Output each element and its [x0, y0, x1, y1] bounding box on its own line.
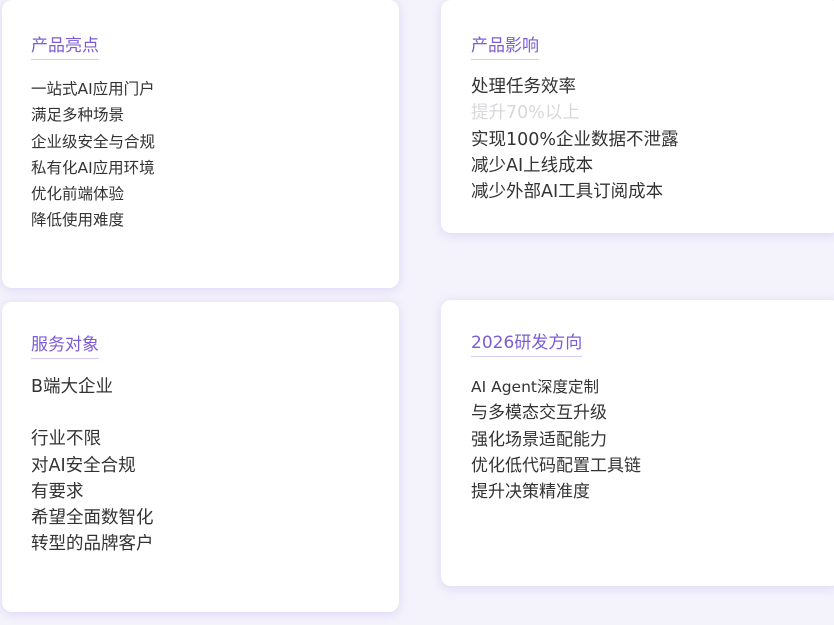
list-item: 私有化AI应用环境: [31, 158, 155, 177]
list-item: 处理任务效率: [471, 77, 576, 97]
list-item: 优化低代码配置工具链: [471, 455, 641, 476]
list-item: 实现100%企业数据不泄露: [471, 129, 679, 150]
audience-list: B端大企业 行业不限 对AI安全合规 有要求 希望全面数智化 转型的品牌客户: [31, 374, 154, 557]
list-item: 与多模态交互升级: [471, 403, 607, 424]
list-item: 降低使用难度: [31, 211, 125, 230]
impact-list: 处理任务效率 提升70%以上 实现100%企业数据不泄露 减少AI上线成本 减少…: [471, 74, 679, 205]
list-item: AI Agent深度定制: [471, 378, 599, 396]
target-audience-card: 服务对象 B端大企业 行业不限 对AI安全合规 有要求 希望全面数智化 转型的品…: [2, 302, 399, 612]
list-item: 有要求: [31, 481, 84, 502]
list-item: 一站式AI应用门户: [31, 80, 155, 98]
list-item: 满足多种场景: [31, 106, 125, 125]
roadmap-2026-card: 2026研发方向 AI Agent深度定制 与多模态交互升级 强化场景适配能力 …: [441, 300, 834, 586]
product-impact-card: 产品影响 处理任务效率 提升70%以上 实现100%企业数据不泄露 减少AI上线…: [441, 0, 834, 233]
card-title: 产品亮点: [31, 35, 99, 60]
card-title: 2026研发方向: [471, 332, 583, 357]
list-item: 希望全面数智化: [31, 508, 154, 528]
list-item: 企业级安全与合规: [31, 132, 156, 151]
list-item: 减少AI上线成本: [471, 155, 594, 176]
list-item: 减少外部AI工具订阅成本: [471, 182, 664, 203]
list-item: 转型的品牌客户: [31, 534, 154, 555]
card-title: 产品影响: [471, 35, 539, 60]
list-item: 强化场景适配能力: [471, 429, 607, 450]
roadmap-list: AI Agent深度定制 与多模态交互升级 强化场景适配能力 优化低代码配置工具…: [471, 374, 641, 505]
list-item: 对AI安全合规: [31, 455, 136, 476]
list-item: 提升决策精准度: [471, 482, 590, 503]
card-title: 服务对象: [31, 334, 99, 359]
list-item: 提升70%以上: [471, 103, 580, 124]
list-item: 行业不限: [31, 429, 101, 450]
product-highlights-card: 产品亮点 一站式AI应用门户 满足多种场景 企业级安全与合规 私有化AI应用环境…: [2, 0, 399, 288]
list-item: 优化前端体验: [31, 185, 125, 204]
list-spacer: [31, 400, 154, 426]
highlights-list: 一站式AI应用门户 满足多种场景 企业级安全与合规 私有化AI应用环境 优化前端…: [31, 76, 155, 234]
list-item: B端大企业: [31, 377, 114, 397]
